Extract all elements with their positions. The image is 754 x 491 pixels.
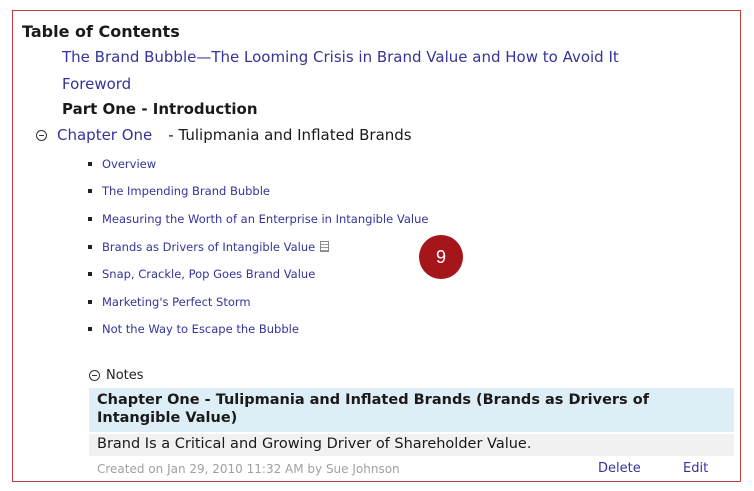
notes-label: Notes (106, 368, 144, 383)
list-item: The Impending Brand Bubble (88, 178, 428, 206)
bullet-icon (88, 216, 92, 221)
section-link[interactable]: Brands as Drivers of Intangible Value (102, 240, 315, 254)
note-body: Brand Is a Critical and Growing Driver o… (89, 434, 734, 456)
list-item: Not the Way to Escape the Bubble (88, 316, 428, 344)
chapter-one-subtitle: - Tulipmania and Inflated Brands (168, 126, 412, 144)
bullet-icon (88, 161, 92, 166)
edit-button[interactable]: Edit (683, 461, 708, 476)
bullet-icon (88, 272, 92, 277)
list-item: Measuring the Worth of an Enterprise in … (88, 205, 428, 233)
note-header: Chapter One - Tulipmania and Inflated Br… (89, 388, 734, 432)
book-title-link[interactable]: The Brand Bubble—The Looming Crisis in B… (62, 48, 619, 66)
list-item: Overview (88, 150, 428, 178)
section-list: Overview The Impending Brand Bubble Meas… (88, 150, 428, 343)
section-link[interactable]: Not the Way to Escape the Bubble (102, 322, 299, 336)
list-item: Brands as Drivers of Intangible Value (88, 233, 428, 261)
section-link[interactable]: The Impending Brand Bubble (102, 184, 270, 198)
section-link[interactable]: Overview (102, 157, 156, 171)
collapse-toggle-icon[interactable] (89, 370, 100, 381)
part-one-heading: Part One - Introduction (62, 100, 258, 118)
note-meta: Created on Jan 29, 2010 11:32 AM by Sue … (97, 462, 400, 476)
notes-row: Notes (89, 368, 144, 383)
bullet-icon (88, 189, 92, 194)
foreword-link[interactable]: Foreword (62, 75, 131, 93)
list-item: Marketing's Perfect Storm (88, 288, 428, 316)
note-icon[interactable] (320, 241, 330, 253)
delete-button[interactable]: Delete (598, 461, 641, 476)
bullet-icon (88, 244, 92, 249)
section-link[interactable]: Snap, Crackle, Pop Goes Brand Value (102, 267, 315, 281)
list-item: Snap, Crackle, Pop Goes Brand Value (88, 260, 428, 288)
collapse-toggle-icon[interactable] (36, 129, 47, 141)
bullet-icon (88, 327, 92, 332)
chapter-one-link[interactable]: Chapter One (57, 126, 152, 144)
section-link[interactable]: Marketing's Perfect Storm (102, 295, 251, 309)
step-badge: 9 (419, 235, 463, 279)
toc-title: Table of Contents (22, 22, 180, 41)
bullet-icon (88, 299, 92, 304)
section-link[interactable]: Measuring the Worth of an Enterprise in … (102, 212, 428, 226)
chapter-one-row: Chapter One - Tulipmania and Inflated Br… (36, 126, 412, 144)
